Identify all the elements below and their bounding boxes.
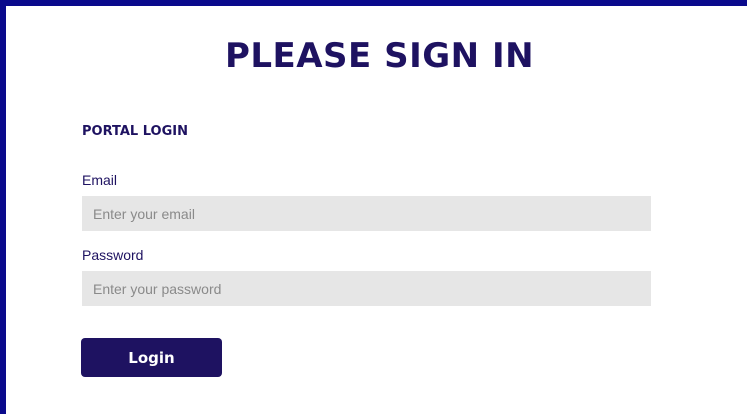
login-page: PLEASE SIGN IN PORTAL LOGIN Email Passwo… bbox=[0, 0, 747, 414]
password-label: Password bbox=[82, 247, 144, 263]
page-title: PLEASE SIGN IN bbox=[224, 36, 535, 76]
email-field[interactable] bbox=[82, 196, 651, 231]
email-label: Email bbox=[82, 172, 118, 188]
password-field[interactable] bbox=[82, 271, 651, 306]
portal-login-heading: PORTAL LOGIN bbox=[82, 124, 188, 139]
login-button[interactable]: Login bbox=[81, 338, 222, 377]
